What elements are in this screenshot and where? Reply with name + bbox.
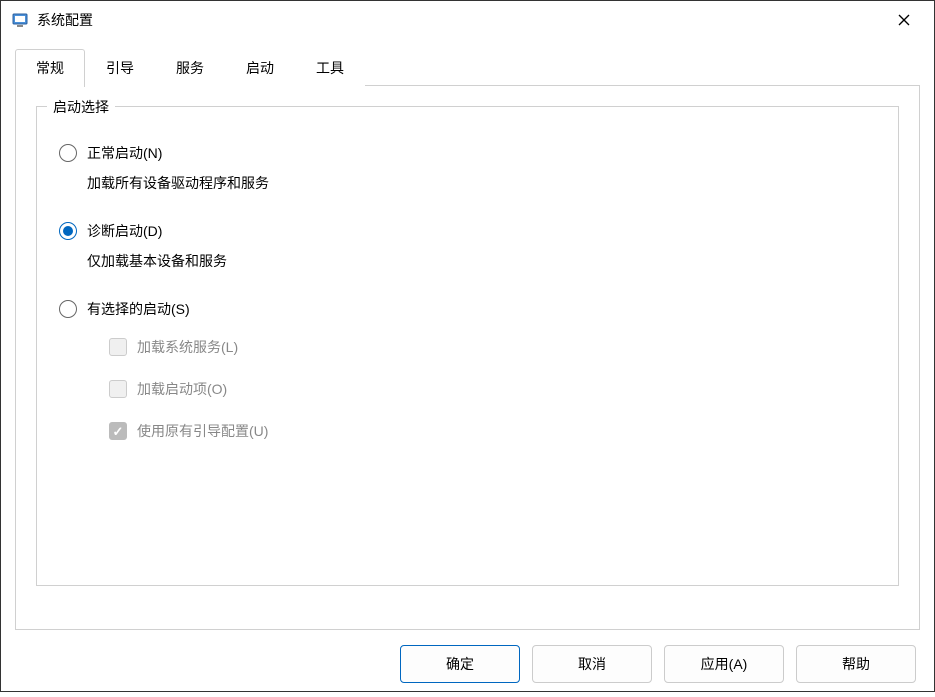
checkbox-load-system-services: 加载系统服务(L) (109, 337, 876, 357)
normal-startup-desc: 加载所有设备驱动程序和服务 (87, 173, 876, 193)
checkbox-load-startup-items: 加载启动项(O) (109, 379, 876, 399)
radio-normal-startup[interactable]: 正常启动(N) (59, 143, 876, 163)
titlebar: 系统配置 (1, 1, 934, 39)
apply-button[interactable]: 应用(A) (664, 645, 784, 683)
checkbox-icon (109, 338, 127, 356)
close-icon (898, 14, 910, 26)
startup-selection-fieldset: 启动选择 正常启动(N) 加载所有设备驱动程序和服务 诊断启动(D) 仅加载基本… (36, 106, 899, 586)
diagnostic-startup-desc: 仅加载基本设备和服务 (87, 251, 876, 271)
close-button[interactable] (884, 5, 924, 35)
tab-boot[interactable]: 引导 (85, 49, 155, 86)
ok-button[interactable]: 确定 (400, 645, 520, 683)
cancel-button[interactable]: 取消 (532, 645, 652, 683)
dialog-button-row: 确定 取消 应用(A) 帮助 (15, 645, 920, 683)
tab-general[interactable]: 常规 (15, 49, 85, 87)
tab-startup[interactable]: 启动 (225, 49, 295, 86)
selective-checkboxes: 加载系统服务(L) 加载启动项(O) 使用原有引导配置(U) (109, 337, 876, 441)
checkbox-use-original-boot-config: 使用原有引导配置(U) (109, 421, 876, 441)
checkbox-label: 使用原有引导配置(U) (137, 421, 268, 441)
radio-selective-startup[interactable]: 有选择的启动(S) (59, 299, 876, 319)
radio-label: 诊断启动(D) (87, 221, 162, 241)
radio-label: 正常启动(N) (87, 143, 162, 163)
app-icon (11, 11, 29, 29)
tab-tools[interactable]: 工具 (295, 49, 365, 86)
radio-label: 有选择的启动(S) (87, 299, 190, 319)
content-area: 常规 引导 服务 启动 工具 启动选择 正常启动(N) 加载所有设备驱动程序和服… (1, 39, 934, 697)
radio-icon (59, 222, 77, 240)
tab-panel-general: 启动选择 正常启动(N) 加载所有设备驱动程序和服务 诊断启动(D) 仅加载基本… (15, 85, 920, 630)
radio-icon (59, 144, 77, 162)
window-title: 系统配置 (37, 10, 884, 30)
tab-strip: 常规 引导 服务 启动 工具 (15, 49, 920, 86)
checkbox-icon (109, 380, 127, 398)
checkbox-label: 加载启动项(O) (137, 379, 227, 399)
checkbox-icon (109, 422, 127, 440)
radio-diagnostic-startup[interactable]: 诊断启动(D) (59, 221, 876, 241)
tab-services[interactable]: 服务 (155, 49, 225, 86)
checkbox-label: 加载系统服务(L) (137, 337, 238, 357)
help-button[interactable]: 帮助 (796, 645, 916, 683)
radio-icon (59, 300, 77, 318)
fieldset-legend: 启动选择 (47, 97, 115, 117)
